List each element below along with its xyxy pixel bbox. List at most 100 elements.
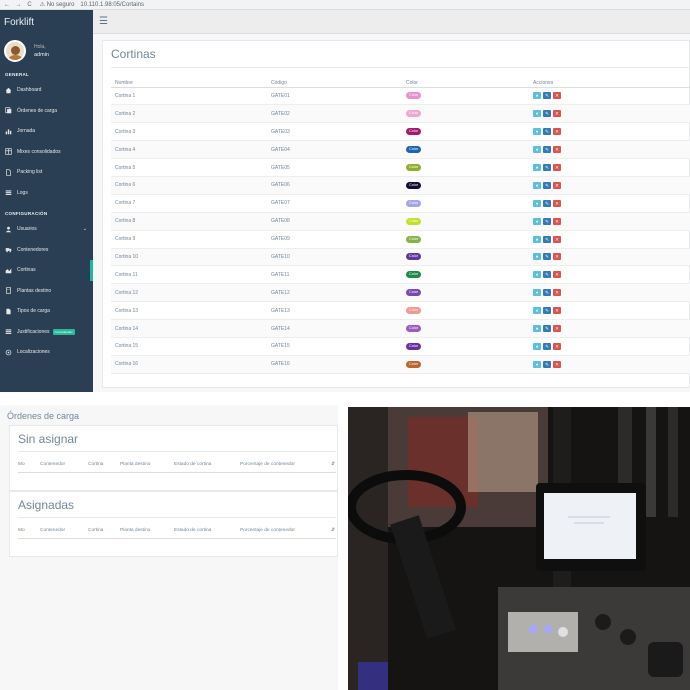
edit-button[interactable]: ✎ — [543, 199, 551, 207]
table-row: Cortina 11 GATE11 Color ● ✎ ✕ — [111, 265, 690, 285]
sidebar-item-mixes-consolidados[interactable]: Mixes consolidados — [0, 142, 93, 163]
sidebar: Forklift Hola, admin GENERAL Dashboard Ór… — [0, 10, 93, 392]
edit-button[interactable]: ✎ — [543, 253, 551, 261]
file-icon — [5, 169, 12, 176]
sidebar-item-dashboard[interactable]: Dashboard — [0, 80, 93, 101]
edit-button[interactable]: ✎ — [543, 164, 551, 171]
delete-button[interactable]: ✕ — [553, 128, 561, 136]
browser-nav-icons[interactable]: ← → C — [4, 2, 34, 8]
cell-color: Color — [402, 283, 529, 303]
delete-button[interactable]: ✕ — [553, 92, 561, 100]
edit-button[interactable]: ✎ — [543, 128, 551, 136]
edit-button[interactable]: ✎ — [543, 307, 551, 315]
cell-nombre: Cortina 12 — [111, 283, 267, 303]
delete-button[interactable]: ✕ — [553, 199, 561, 207]
view-button[interactable]: ● — [533, 128, 541, 136]
address-bar[interactable]: 10.110.1.98:05/Cortains — [80, 2, 144, 8]
view-button[interactable]: ● — [533, 342, 541, 350]
color-pill: Color — [406, 164, 422, 171]
view-button[interactable]: ● — [533, 325, 541, 333]
column-header-contenedor[interactable]: Contenedor — [40, 462, 65, 467]
menu-toggle-icon[interactable]: ☰ — [99, 16, 108, 27]
cell-acciones: ● ✎ ✕ — [529, 194, 690, 213]
security-warning[interactable]: ⚠ No seguro — [40, 1, 75, 8]
delete-button[interactable]: ✕ — [553, 217, 561, 225]
delete-button[interactable]: ✕ — [553, 307, 561, 315]
cell-acciones: ● ✎ ✕ — [529, 337, 690, 356]
column-header-estado-de-cortina[interactable]: Estado de cortina — [174, 462, 211, 467]
edit-button[interactable]: ✎ — [543, 235, 551, 243]
view-button[interactable]: ● — [533, 110, 541, 118]
edit-button[interactable]: ✎ — [543, 271, 551, 279]
cell-codigo: GATE15 — [267, 337, 402, 356]
edit-button[interactable]: ✎ — [543, 289, 551, 297]
delete-button[interactable]: ✕ — [553, 342, 561, 350]
view-button[interactable]: ● — [533, 92, 541, 100]
sidebar-item-ordenes-de-carga[interactable]: Órdenes de carga — [0, 101, 93, 122]
cell-color: Color — [402, 176, 529, 195]
edit-button[interactable]: ✎ — [543, 146, 551, 154]
view-button[interactable]: ● — [533, 253, 541, 261]
sidebar-item-packing-list[interactable]: Packing list — [0, 162, 93, 183]
sidebar-item-tipos-de-carga[interactable]: Tipos de carga — [0, 301, 93, 322]
view-button[interactable]: ● — [533, 360, 541, 368]
edit-button[interactable]: ✎ — [543, 342, 551, 350]
column-header-sort[interactable]: ⇵ — [331, 462, 335, 467]
view-button[interactable]: ● — [533, 164, 541, 171]
column-header-planta-destino[interactable]: Planta destino — [120, 462, 150, 467]
delete-button[interactable]: ✕ — [553, 146, 561, 154]
edit-button[interactable]: ✎ — [543, 181, 551, 189]
sidebar-item-logs[interactable]: Logs — [0, 183, 93, 204]
view-button[interactable]: ● — [533, 289, 541, 297]
column-header-estado-de-cortina[interactable]: Estado de cortina — [174, 528, 211, 533]
delete-button[interactable]: ✕ — [553, 164, 561, 171]
sidebar-item-contenedores[interactable]: Contenedores — [0, 240, 93, 261]
edit-button[interactable]: ✎ — [543, 110, 551, 118]
cell-acciones: ● ✎ ✕ — [529, 355, 690, 374]
delete-button[interactable]: ✕ — [553, 110, 561, 118]
column-header-mo[interactable]: Mo — [18, 462, 25, 467]
view-button[interactable]: ● — [533, 217, 541, 225]
sidebar-item-plantas-destino[interactable]: Plantas destino — [0, 281, 93, 302]
edit-button[interactable]: ✎ — [543, 217, 551, 225]
list-icon — [5, 328, 12, 335]
delete-button[interactable]: ✕ — [553, 253, 561, 261]
column-header-contenedor[interactable]: Contenedor — [40, 528, 65, 533]
brand-title[interactable]: Forklift — [0, 10, 93, 34]
delete-button[interactable]: ✕ — [553, 181, 561, 189]
view-button[interactable]: ● — [533, 271, 541, 279]
cell-nombre: Cortina 6 — [111, 176, 267, 195]
sidebar-item-jornada[interactable]: Jornada — [0, 121, 93, 142]
edit-button[interactable]: ✎ — [543, 325, 551, 333]
column-header-codigo[interactable]: Código — [267, 79, 402, 88]
sidebar-item-usuarios[interactable]: Usuarios ⌄ — [0, 219, 93, 240]
column-header-color[interactable]: Color — [402, 79, 529, 88]
sidebar-item-cortinas[interactable]: Cortinas — [0, 260, 93, 281]
view-button[interactable]: ● — [533, 146, 541, 154]
delete-button[interactable]: ✕ — [553, 289, 561, 297]
delete-button[interactable]: ✕ — [553, 271, 561, 279]
column-header-mo[interactable]: Mo — [18, 528, 25, 533]
sidebar-item-justificaciones[interactable]: Justificaciones Consolidadas — [0, 322, 93, 343]
table-icon — [5, 148, 12, 155]
column-header-porcentaje-de-contenedor[interactable]: Porcentaje de contenedor — [240, 528, 295, 533]
delete-button[interactable]: ✕ — [553, 325, 561, 333]
sidebar-item-localizaciones[interactable]: Localizaciones — [0, 342, 93, 363]
column-header-nombre[interactable]: Nombre — [111, 79, 267, 88]
column-header-cortina[interactable]: Cortina — [88, 528, 103, 533]
edit-button[interactable]: ✎ — [543, 92, 551, 100]
delete-button[interactable]: ✕ — [553, 360, 561, 368]
view-button[interactable]: ● — [533, 199, 541, 207]
delete-button[interactable]: ✕ — [553, 235, 561, 243]
close-icon: ✕ — [555, 272, 559, 278]
column-header-planta-destino[interactable]: Planta destino — [120, 528, 150, 533]
cell-color: Color — [402, 104, 529, 124]
column-header-cortina[interactable]: Cortina — [88, 462, 103, 467]
view-button[interactable]: ● — [533, 181, 541, 189]
view-button[interactable]: ● — [533, 307, 541, 315]
edit-button[interactable]: ✎ — [543, 360, 551, 368]
table-row: Cortina 16 GATE16 Color ● ✎ ✕ — [111, 355, 690, 374]
view-button[interactable]: ● — [533, 235, 541, 243]
column-header-porcentaje-de-contenedor[interactable]: Porcentaje de contenedor — [240, 462, 295, 467]
column-header-sort[interactable]: ⇵ — [331, 528, 335, 533]
